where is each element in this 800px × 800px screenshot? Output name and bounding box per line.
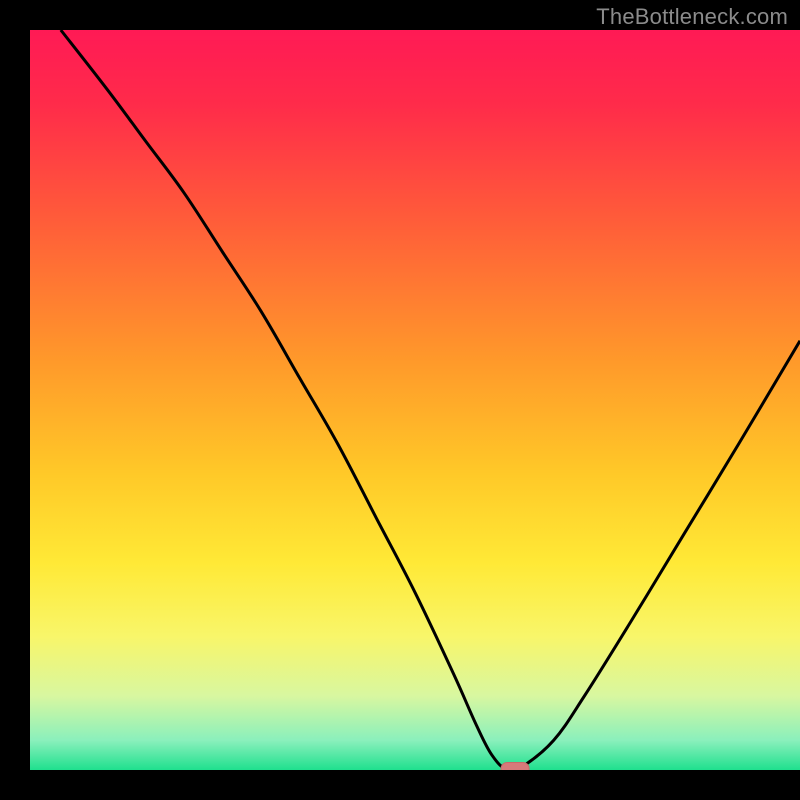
frame-bottom (0, 770, 800, 800)
chart-container: TheBottleneck.com (0, 0, 800, 800)
watermark-text: TheBottleneck.com (596, 4, 788, 30)
frame-left (0, 0, 30, 800)
bottleneck-chart (0, 0, 800, 800)
